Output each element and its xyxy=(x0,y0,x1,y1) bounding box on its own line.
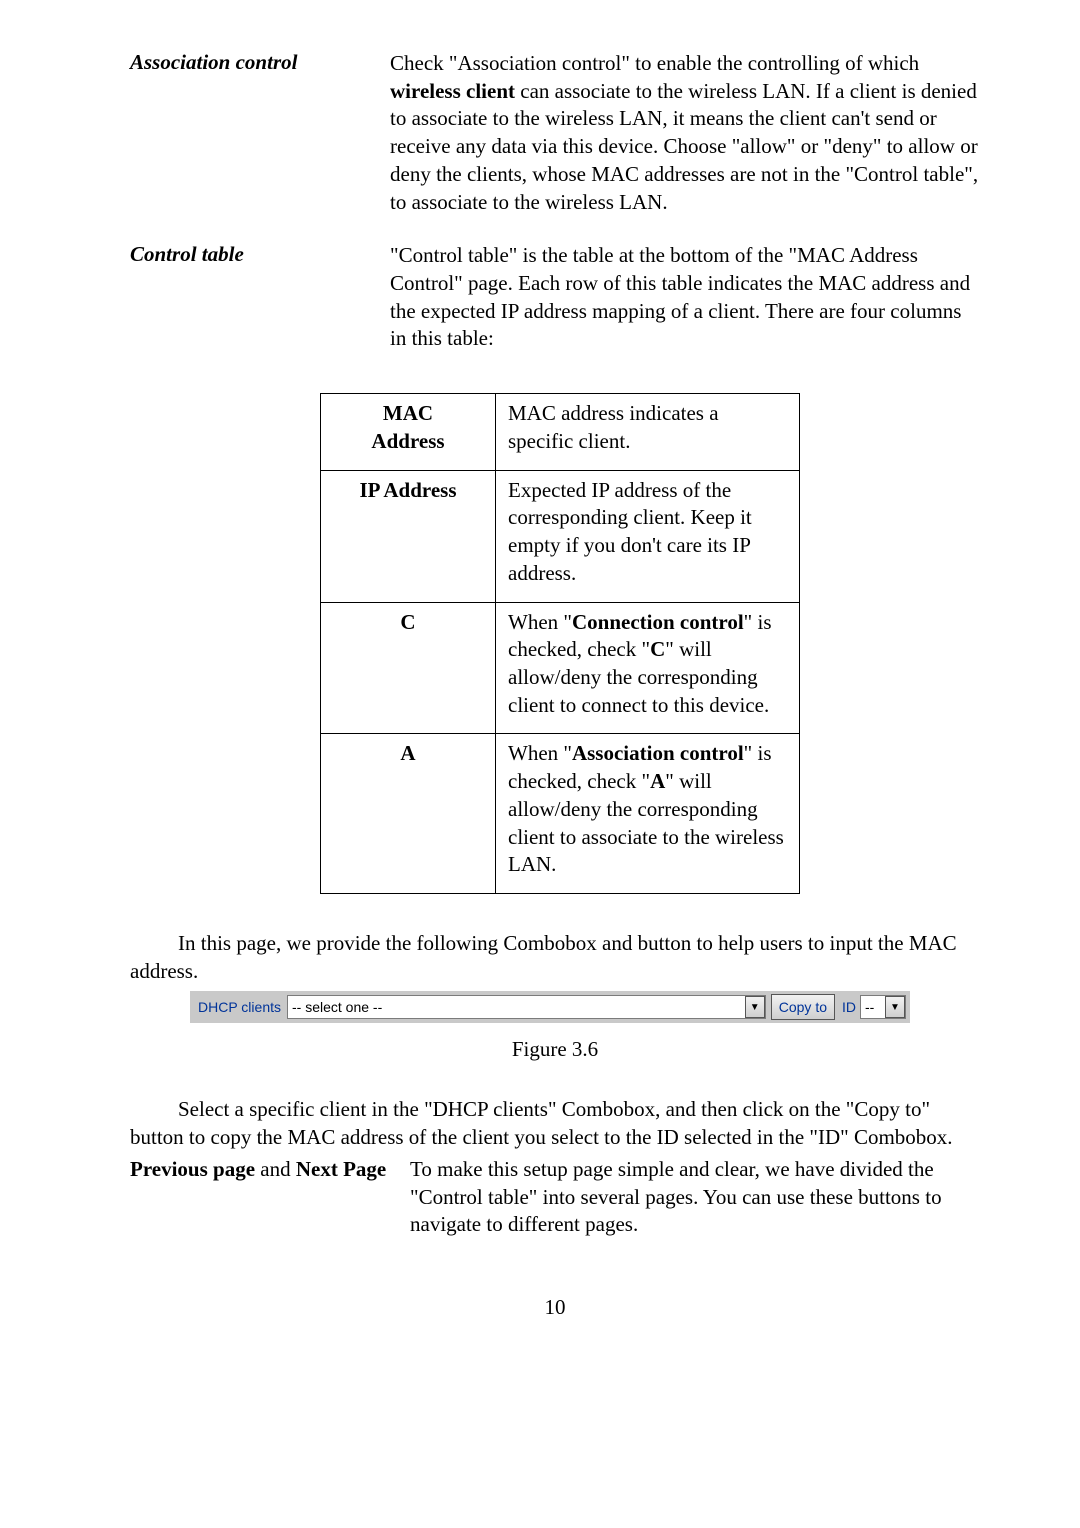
cell-desc: When "Association control" is checked, c… xyxy=(496,734,800,894)
text: and xyxy=(255,1157,296,1181)
table-row: IP Address Expected IP address of the co… xyxy=(321,470,800,602)
text-bold: wireless client xyxy=(390,79,515,103)
text-bold: Previous page xyxy=(130,1157,255,1181)
text-bold: Connection control xyxy=(572,610,744,634)
cell-label: IP Address xyxy=(321,470,496,602)
text: Select a specific client in the "DHCP cl… xyxy=(130,1097,953,1149)
chevron-down-icon: ▼ xyxy=(745,996,765,1018)
id-select[interactable]: -- ▼ xyxy=(860,995,906,1019)
copy-to-button[interactable]: Copy to xyxy=(771,994,835,1020)
cell-label: C xyxy=(321,602,496,734)
text-bold: Association control xyxy=(572,741,744,765)
table-row: MAC Address MAC address indicates a spec… xyxy=(321,394,800,470)
text: In this page, we provide the following C… xyxy=(130,931,957,983)
paragraph-select-client: Select a specific client in the "DHCP cl… xyxy=(130,1096,980,1151)
table-row: A When "Association control" is checked,… xyxy=(321,734,800,894)
definition-prev-next: Previous page and Next Page To make this… xyxy=(130,1156,980,1239)
label-dhcp-clients: DHCP clients xyxy=(190,999,287,1015)
dhcp-clients-bar: DHCP clients -- select one -- ▼ Copy to … xyxy=(190,991,910,1023)
text: When " xyxy=(508,610,572,634)
definition-control-table: Control table "Control table" is the tab… xyxy=(130,242,980,353)
label-id: ID xyxy=(840,999,860,1015)
term-association-control: Association control xyxy=(130,50,390,75)
body-association-control: Check "Association control" to enable th… xyxy=(390,50,980,216)
body-prev-next: To make this setup page simple and clear… xyxy=(410,1156,980,1239)
text: Address xyxy=(371,429,444,453)
columns-table: MAC Address MAC address indicates a spec… xyxy=(320,393,980,894)
definition-association-control: Association control Check "Association c… xyxy=(130,50,980,216)
chevron-down-icon: ▼ xyxy=(885,996,905,1018)
cell-label: MAC Address xyxy=(321,394,496,470)
term-control-table: Control table xyxy=(130,242,390,267)
table-row: C When "Connection control" is checked, … xyxy=(321,602,800,734)
text: Check "Association control" to enable th… xyxy=(390,51,919,75)
figure-caption: Figure 3.6 xyxy=(130,1037,980,1062)
page-number: 10 xyxy=(130,1295,980,1320)
cell-desc: When "Connection control" is checked, ch… xyxy=(496,602,800,734)
dhcp-clients-select[interactable]: -- select one -- ▼ xyxy=(287,995,766,1019)
text-bold: C xyxy=(650,637,665,661)
text-bold: A xyxy=(650,769,665,793)
term-prev-next: Previous page and Next Page xyxy=(130,1156,410,1184)
cell-desc: Expected IP address of the corresponding… xyxy=(496,470,800,602)
text: MAC xyxy=(383,401,433,425)
cell-label: A xyxy=(321,734,496,894)
paragraph-combobox-intro: In this page, we provide the following C… xyxy=(130,930,980,985)
select-value: -- xyxy=(865,999,874,1015)
body-control-table: "Control table" is the table at the bott… xyxy=(390,242,980,353)
text: When " xyxy=(508,741,572,765)
text-bold: Next Page xyxy=(296,1157,386,1181)
select-value: -- select one -- xyxy=(292,999,382,1015)
button-label: Copy to xyxy=(779,999,827,1015)
cell-desc: MAC address indicates a specific client. xyxy=(496,394,800,470)
